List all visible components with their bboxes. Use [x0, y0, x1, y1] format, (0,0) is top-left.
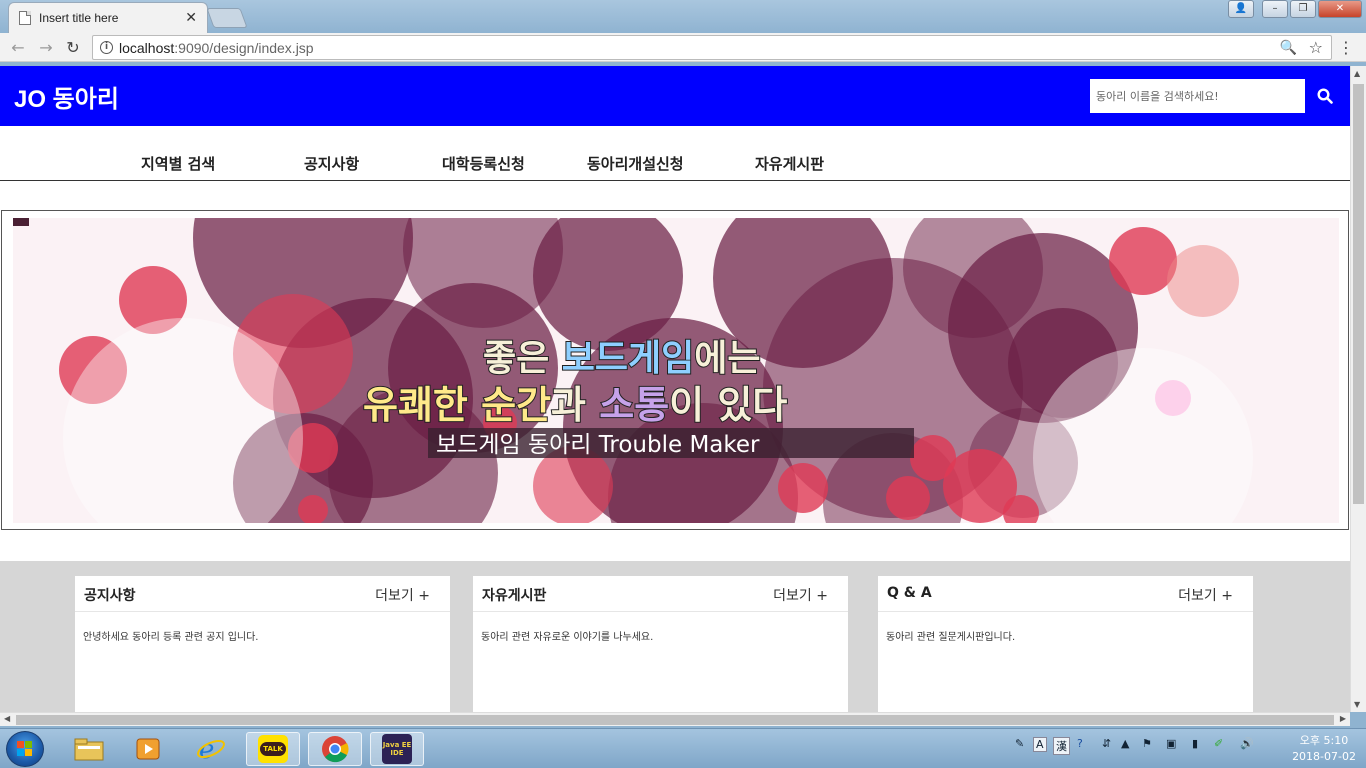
- svg-text:좋은 보드게임에는: 좋은 보드게임에는: [483, 338, 761, 379]
- clock-time: 오후 5:10: [1299, 734, 1349, 747]
- bookmark-star-icon[interactable]: ☆: [1309, 38, 1323, 57]
- volume-icon[interactable]: 🔊: [1240, 737, 1254, 750]
- board-area: 공지사항 더보기 + 안녕하세요 동아리 등록 관련 공지 입니다. 자유게시판…: [0, 561, 1350, 712]
- ime-hanja-icon[interactable]: 漢: [1053, 737, 1070, 755]
- ime-options-icon[interactable]: ⇵: [1102, 737, 1111, 750]
- nav-region-search[interactable]: 지역별 검색: [141, 153, 215, 174]
- board-title: 자유게시판: [482, 588, 547, 604]
- banner-text-2b: 순간: [481, 383, 551, 427]
- banner-slider[interactable]: 좋은 보드게임에는 유쾌한 순간과 소통이 있다 보드게임 동아리 Troubl…: [1, 210, 1349, 530]
- start-button[interactable]: [6, 731, 44, 767]
- nav-club-open[interactable]: 동아리개설신청: [587, 153, 684, 174]
- more-link[interactable]: 더보기 +: [375, 585, 430, 605]
- banner-text-2e: 이 있다: [669, 383, 787, 427]
- page-icon: [19, 11, 31, 25]
- board-body[interactable]: 동아리 관련 자유로운 이야기를 나누세요.: [473, 612, 848, 659]
- banner-text-2c: 과: [551, 383, 599, 427]
- chrome-menu-icon[interactable]: ⋮: [1338, 38, 1354, 57]
- windows-logo-icon: [17, 741, 33, 757]
- page-viewport: JO 동아리 지역별 검색 공지사항 대학등록신청 동아리개설신청 자유게시판: [0, 66, 1350, 712]
- ime-english-icon[interactable]: A: [1033, 737, 1047, 752]
- club-search-input[interactable]: [1090, 79, 1305, 113]
- user-icon[interactable]: 👤: [1228, 0, 1254, 18]
- system-clock[interactable]: 오후 5:10 2018-07-02: [1292, 733, 1356, 765]
- search-icon[interactable]: [1308, 79, 1342, 113]
- forward-icon[interactable]: →: [36, 38, 56, 58]
- vertical-scrollbar[interactable]: ▲ ▼: [1350, 66, 1366, 712]
- window-controls: 👤 – ❐ ✕: [1228, 0, 1362, 18]
- kakaotalk-icon[interactable]: TALK: [246, 732, 300, 766]
- banner-text-1c: 에는: [694, 338, 760, 379]
- browser-titlebar: Insert title here ✕ 👤 – ❐ ✕: [0, 0, 1366, 33]
- address-bar[interactable]: i localhost:9090/design/index.jsp 🔍 ☆: [92, 35, 1332, 60]
- horizontal-scrollbar[interactable]: ◀ ▶: [0, 712, 1350, 726]
- site-nav: 지역별 검색 공지사항 대학등록신청 동아리개설신청 자유게시판: [0, 126, 1350, 181]
- file-explorer-icon[interactable]: [62, 732, 116, 766]
- zoom-icon[interactable]: 🔍: [1280, 40, 1297, 56]
- board-notice: 공지사항 더보기 + 안녕하세요 동아리 등록 관련 공지 입니다.: [75, 576, 450, 712]
- vertical-scroll-thumb[interactable]: [1353, 84, 1364, 504]
- browser-toolbar: ← → ↻ i localhost:9090/design/index.jsp …: [0, 33, 1366, 62]
- minimize-button[interactable]: –: [1262, 0, 1288, 18]
- javaee-label: Java EE IDE: [382, 741, 412, 757]
- clock-date: 2018-07-02: [1292, 750, 1356, 763]
- scroll-left-icon[interactable]: ◀: [4, 714, 10, 723]
- board-qna: Q & A 더보기 + 동아리 관련 질문게시판입니다.: [878, 576, 1253, 712]
- nav-notice[interactable]: 공지사항: [304, 153, 359, 174]
- network-icon[interactable]: ▣: [1166, 737, 1176, 750]
- nav-university-register[interactable]: 대학등록신청: [442, 153, 525, 174]
- board-title: Q & A: [887, 585, 932, 601]
- more-link[interactable]: 더보기 +: [1178, 585, 1233, 605]
- banner-text-2d: 소통: [599, 383, 669, 427]
- reload-icon[interactable]: ↻: [63, 38, 83, 58]
- scroll-right-icon[interactable]: ▶: [1340, 714, 1346, 723]
- board-body[interactable]: 안녕하세요 동아리 등록 관련 공지 입니다.: [75, 612, 450, 659]
- slide-indicator[interactable]: [13, 218, 29, 226]
- battery-icon[interactable]: ▮: [1192, 737, 1198, 750]
- tab-close-icon[interactable]: ✕: [185, 10, 197, 26]
- svg-text:유쾌한 순간과 소통이 있다: 유쾌한 순간과 소통이 있다: [363, 383, 787, 427]
- usb-icon[interactable]: ✐: [1214, 737, 1223, 750]
- help-icon[interactable]: ?: [1077, 737, 1083, 750]
- kakaotalk-label: TALK: [260, 742, 286, 756]
- board-free: 자유게시판 더보기 + 동아리 관련 자유로운 이야기를 나누세요.: [473, 576, 848, 712]
- back-icon[interactable]: ←: [8, 38, 28, 58]
- show-hidden-icons[interactable]: ▲: [1121, 737, 1129, 750]
- scroll-up-icon[interactable]: ▲: [1354, 69, 1360, 78]
- network-tools-icon[interactable]: ✎: [1015, 737, 1024, 750]
- site-logo[interactable]: JO 동아리: [14, 79, 119, 114]
- action-center-flag-icon[interactable]: ⚑: [1142, 737, 1152, 750]
- new-tab-button[interactable]: [206, 8, 248, 28]
- banner-subtitle: 보드게임 동아리 Trouble Maker: [436, 432, 760, 458]
- chrome-taskbar-icon[interactable]: [308, 732, 362, 766]
- banner-text-1b: 보드게임: [562, 338, 694, 379]
- board-body[interactable]: 동아리 관련 질문게시판입니다.: [878, 612, 1253, 659]
- internet-explorer-icon[interactable]: e: [184, 732, 238, 766]
- browser-tab[interactable]: Insert title here ✕: [8, 2, 208, 33]
- more-link[interactable]: 더보기 +: [773, 585, 828, 605]
- horizontal-scroll-thumb[interactable]: [16, 715, 1334, 725]
- banner-text-2a: 유쾌한: [363, 383, 481, 427]
- maximize-button[interactable]: ❐: [1290, 0, 1316, 18]
- media-player-icon[interactable]: [122, 732, 176, 766]
- info-icon[interactable]: i: [100, 41, 113, 54]
- scroll-down-icon[interactable]: ▼: [1354, 700, 1360, 709]
- close-window-button[interactable]: ✕: [1318, 0, 1362, 18]
- banner-text-1a: 좋은: [483, 338, 562, 379]
- windows-taskbar: e TALK Java EE IDE ✎ A 漢 ? ⇵ ▲ ⚑ ▣ ▮ ✐ 🔊…: [0, 728, 1366, 768]
- nav-free-board[interactable]: 자유게시판: [755, 153, 824, 174]
- board-title: 공지사항: [84, 588, 136, 604]
- url-text: localhost:9090/design/index.jsp: [119, 40, 314, 56]
- banner-image: 좋은 보드게임에는 유쾌한 순간과 소통이 있다 보드게임 동아리 Troubl…: [13, 218, 1339, 523]
- site-header: JO 동아리: [0, 66, 1350, 126]
- tab-title: Insert title here: [39, 11, 119, 25]
- eclipse-javaee-icon[interactable]: Java EE IDE: [370, 732, 424, 766]
